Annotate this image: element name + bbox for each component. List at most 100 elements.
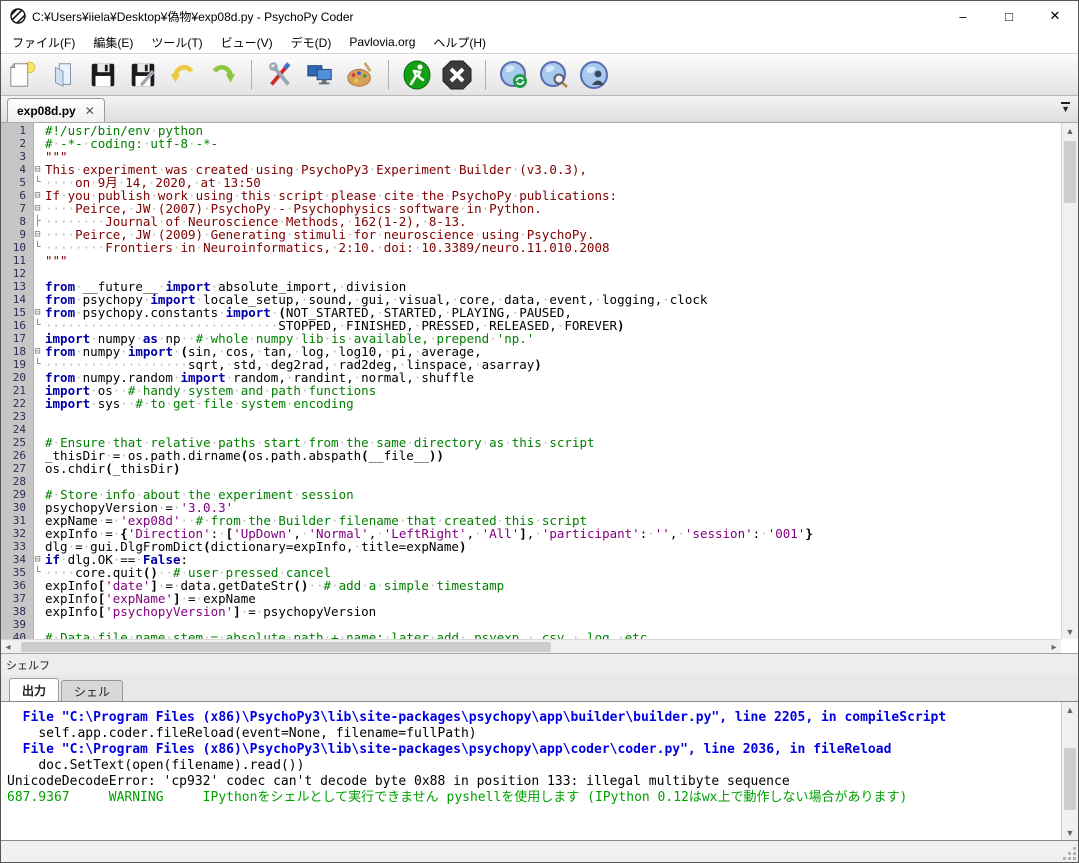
code-text: expInfo['psychopyVersion']·=·psychopyVer… bbox=[45, 605, 1061, 618]
scroll-up-icon[interactable]: ▲ bbox=[1062, 123, 1078, 138]
fold-marker-icon bbox=[30, 579, 45, 592]
code-line[interactable]: 23 bbox=[1, 410, 1061, 423]
monitor-center-button[interactable] bbox=[302, 57, 338, 93]
line-number: 12 bbox=[1, 267, 30, 280]
run-button[interactable] bbox=[399, 57, 435, 93]
line-number: 2 bbox=[1, 137, 30, 150]
fold-marker-icon bbox=[30, 501, 45, 514]
pavlovia-sync-button[interactable] bbox=[496, 57, 532, 93]
line-number: 22 bbox=[1, 397, 30, 410]
pavlovia-search-button[interactable] bbox=[536, 57, 572, 93]
fold-marker-icon[interactable]: ⊟ bbox=[30, 306, 45, 319]
fold-marker-icon bbox=[30, 124, 45, 137]
scroll-down-icon[interactable]: ▼ bbox=[1062, 825, 1078, 840]
save-button[interactable] bbox=[85, 57, 121, 93]
line-number: 1 bbox=[1, 124, 30, 137]
fold-marker-icon[interactable]: ⊟ bbox=[30, 202, 45, 215]
fold-marker-icon[interactable]: ⊟ bbox=[30, 345, 45, 358]
editor-vertical-scrollbar[interactable]: ▲ ▼ bbox=[1061, 123, 1078, 639]
line-number: 39 bbox=[1, 618, 30, 631]
fold-marker-icon: └ bbox=[30, 319, 45, 332]
output-console[interactable]: File "C:\Program Files (x86)\PsychoPy3\l… bbox=[1, 702, 1061, 840]
code-text: dlg·=·gui.DlgFromDict(dictionary=expInfo… bbox=[45, 540, 1061, 553]
line-number: 35 bbox=[1, 566, 30, 579]
stop-button[interactable] bbox=[439, 57, 475, 93]
line-number: 34 bbox=[1, 553, 30, 566]
menu-edit[interactable]: 編集(E) bbox=[84, 31, 142, 54]
line-number: 4 bbox=[1, 163, 30, 176]
title-bar[interactable]: C:¥Users¥iiela¥Desktop¥偽物¥exp08d.py - Ps… bbox=[1, 1, 1078, 31]
fold-marker-icon: └ bbox=[30, 566, 45, 579]
fold-marker-icon: └ bbox=[30, 176, 45, 189]
scroll-right-icon[interactable]: ▸ bbox=[1047, 640, 1061, 653]
fold-marker-icon bbox=[30, 423, 45, 436]
pavlovia-search-icon bbox=[538, 59, 570, 91]
output-vertical-scrollbar[interactable]: ▲ ▼ bbox=[1061, 702, 1078, 840]
code-line[interactable]: 10└········Frontiers·in·Neuroinformatics… bbox=[1, 241, 1061, 254]
new-file-button[interactable] bbox=[5, 57, 41, 93]
scrollbar-thumb[interactable] bbox=[1064, 748, 1076, 810]
window-title: C:¥Users¥iiela¥Desktop¥偽物¥exp08d.py - Ps… bbox=[32, 8, 940, 25]
fold-marker-icon[interactable]: ⊟ bbox=[30, 163, 45, 176]
psychopy-coder-window: C:¥Users¥iiela¥Desktop¥偽物¥exp08d.py - Ps… bbox=[0, 0, 1079, 863]
preferences-tools-button[interactable] bbox=[262, 57, 298, 93]
save-as-button[interactable] bbox=[125, 57, 161, 93]
scroll-left-icon[interactable]: ◂ bbox=[1, 640, 15, 653]
shelf-label: シェルフ bbox=[6, 657, 50, 673]
save-icon bbox=[88, 60, 118, 90]
minimize-button[interactable]: – bbox=[940, 1, 986, 31]
editor-horizontal-scrollbar[interactable]: ◂ ▸ bbox=[1, 639, 1061, 653]
scroll-down-icon[interactable]: ▼ bbox=[1062, 624, 1078, 639]
open-file-button[interactable] bbox=[45, 57, 81, 93]
menu-help[interactable]: ヘルプ(H) bbox=[424, 31, 495, 54]
code-editor[interactable]: 1#!/usr/bin/env·python2#·-*-·coding:·utf… bbox=[1, 123, 1078, 653]
scroll-up-icon[interactable]: ▲ bbox=[1062, 702, 1078, 717]
menu-view[interactable]: ビュー(V) bbox=[212, 31, 282, 54]
code-line[interactable]: 27os.chdir(_thisDir) bbox=[1, 462, 1061, 475]
fold-marker-icon bbox=[30, 150, 45, 163]
menu-bar: ファイル(F) 編集(E) ツール(T) ビュー(V) デモ(D) Pavlov… bbox=[1, 31, 1078, 54]
code-line[interactable]: 22import·sys··#·to·get·file·system·encod… bbox=[1, 397, 1061, 410]
resize-grip-icon[interactable] bbox=[1063, 847, 1076, 860]
menu-demos[interactable]: デモ(D) bbox=[282, 31, 341, 54]
scrollbar-thumb[interactable] bbox=[1064, 141, 1076, 203]
menu-file[interactable]: ファイル(F) bbox=[3, 31, 84, 54]
fold-marker-icon[interactable]: ⊟ bbox=[30, 189, 45, 202]
close-button[interactable]: ✕ bbox=[1032, 1, 1078, 31]
redo-button[interactable] bbox=[205, 57, 241, 93]
menu-pavlovia[interactable]: Pavlovia.org bbox=[340, 32, 424, 52]
tab-list-icon[interactable]: ▼ bbox=[1061, 102, 1070, 114]
fold-marker-icon bbox=[30, 475, 45, 488]
code-line[interactable]: 40#·Data·file·name·stem·=·absolute·path·… bbox=[1, 631, 1061, 639]
fold-marker-icon bbox=[30, 267, 45, 280]
code-area[interactable]: 1#!/usr/bin/env·python2#·-*-·coding:·utf… bbox=[1, 123, 1061, 639]
color-picker-button[interactable] bbox=[342, 57, 378, 93]
fold-marker-icon bbox=[30, 254, 45, 267]
output-panel[interactable]: File "C:\Program Files (x86)\PsychoPy3\l… bbox=[1, 701, 1078, 841]
tab-close-icon[interactable]: ✕ bbox=[85, 104, 95, 118]
fold-marker-icon[interactable]: ⊟ bbox=[30, 228, 45, 241]
status-bar bbox=[1, 841, 1078, 862]
maximize-button[interactable]: □ bbox=[986, 1, 1032, 31]
code-text: #·Data·file·name·stem·=·absolute·path·+·… bbox=[45, 631, 1061, 639]
menu-tools[interactable]: ツール(T) bbox=[142, 31, 211, 54]
monitor-center-icon bbox=[305, 60, 335, 90]
pavlovia-sync-icon bbox=[498, 59, 530, 91]
line-number: 14 bbox=[1, 293, 30, 306]
fold-marker-icon[interactable]: ⊟ bbox=[30, 553, 45, 566]
code-text: _thisDir·=·os.path.dirname(os.path.abspa… bbox=[45, 449, 1061, 462]
toolbar bbox=[1, 54, 1078, 96]
fold-marker-icon bbox=[30, 618, 45, 631]
code-line[interactable]: 2#·-*-·coding:·utf-8·-*- bbox=[1, 137, 1061, 150]
tab-shell[interactable]: シェル bbox=[61, 680, 123, 701]
code-line[interactable]: 38expInfo['psychopyVersion']·=·psychopyV… bbox=[1, 605, 1061, 618]
tab-exp08d[interactable]: exp08d.py ✕ bbox=[7, 98, 105, 122]
undo-button[interactable] bbox=[165, 57, 201, 93]
fold-marker-icon bbox=[30, 410, 45, 423]
code-line[interactable]: 11""" bbox=[1, 254, 1061, 267]
tab-output[interactable]: 出力 bbox=[9, 678, 59, 701]
pavlovia-user-button[interactable] bbox=[576, 57, 612, 93]
scrollbar-thumb[interactable] bbox=[21, 642, 551, 652]
fold-marker-icon: ├ bbox=[30, 215, 45, 228]
undo-icon bbox=[168, 60, 198, 90]
